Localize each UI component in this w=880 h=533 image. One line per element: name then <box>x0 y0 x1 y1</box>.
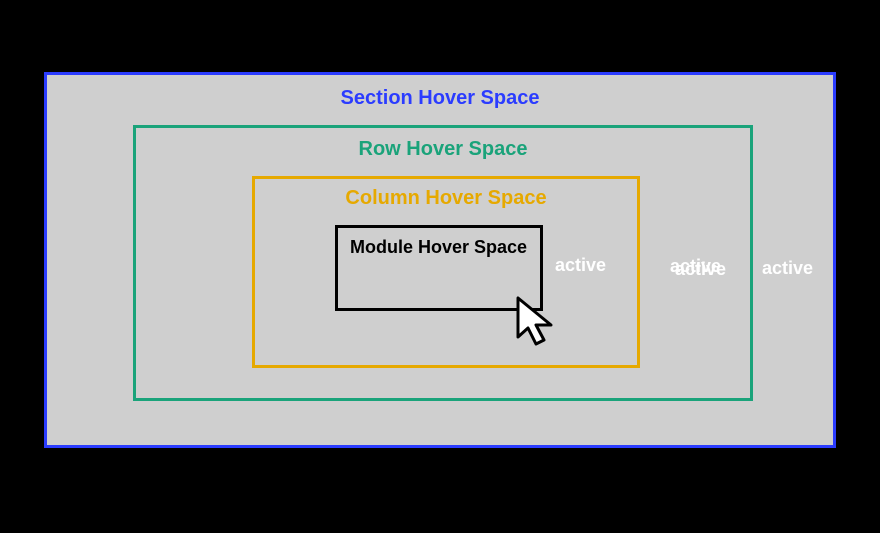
row-label: Row Hover Space <box>136 138 750 161</box>
cursor-icon <box>515 295 563 353</box>
module-label: Module Hover Space <box>350 237 527 257</box>
row-hover-space[interactable]: Row Hover Space Column Hover Space Modul… <box>133 125 753 401</box>
column-active-indicator: active <box>555 255 606 276</box>
column-hover-space[interactable]: Column Hover Space Module Hover Space ac… <box>252 176 640 368</box>
module-hover-space[interactable]: Module Hover Space <box>335 225 543 311</box>
section-label: Section Hover Space <box>47 87 833 110</box>
section-active-indicator-1: active <box>675 259 726 280</box>
section-active-indicator-2: active <box>762 258 813 279</box>
column-label: Column Hover Space <box>255 187 637 210</box>
section-hover-space[interactable]: Section Hover Space Row Hover Space Colu… <box>44 72 836 448</box>
